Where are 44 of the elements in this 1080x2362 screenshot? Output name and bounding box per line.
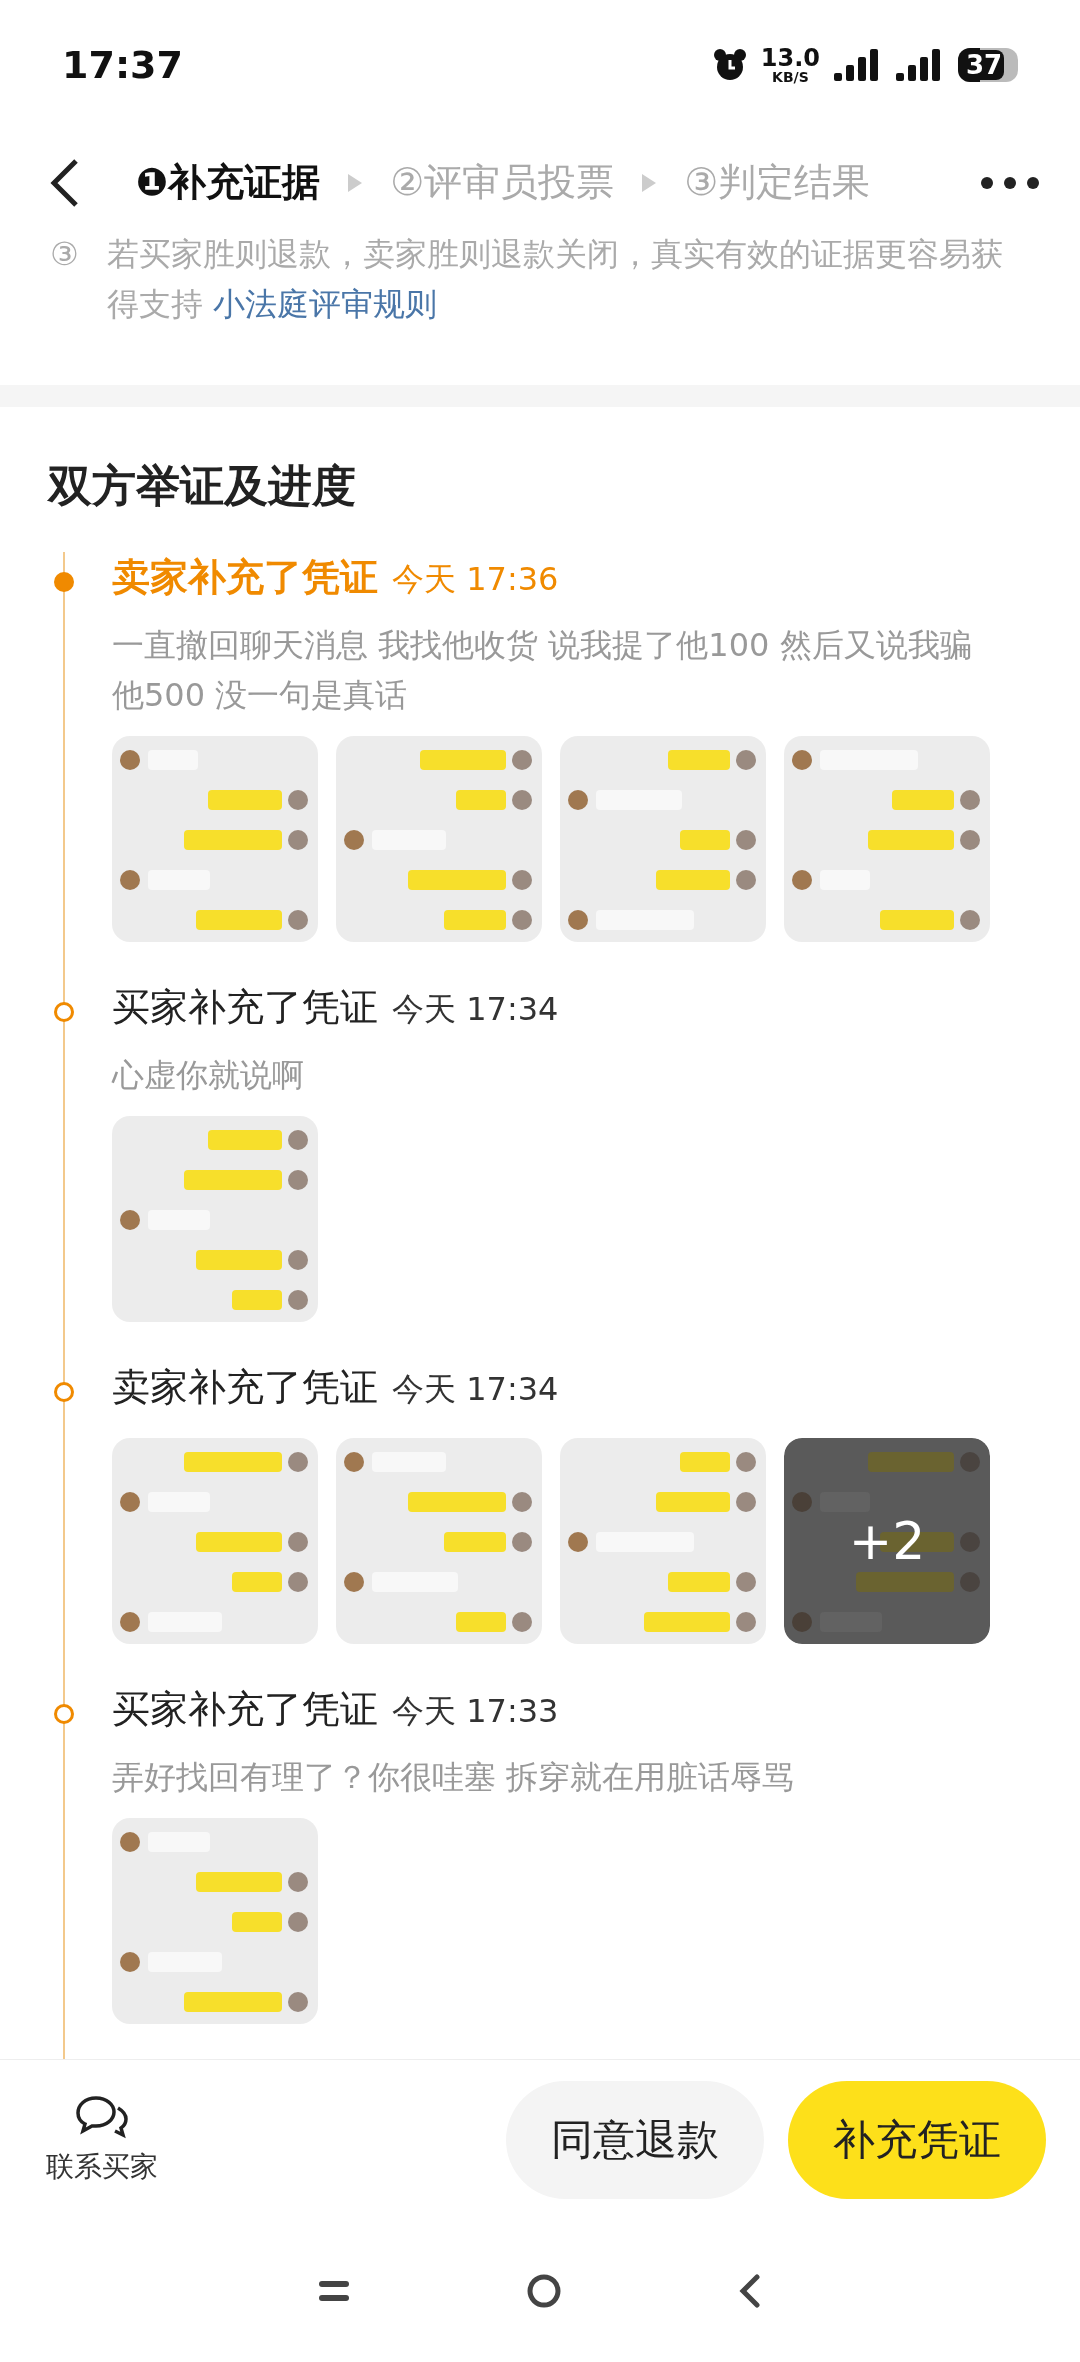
chat-bubbles-icon[interactable] xyxy=(74,2094,130,2140)
event-title: 买家补充了凭证 xyxy=(112,984,378,1031)
more-images-count: +2 xyxy=(848,1515,926,1567)
step-arrow-icon xyxy=(348,173,363,192)
event-time: 今天 17:34 xyxy=(392,989,559,1030)
progress-step: ③判定结果 xyxy=(684,157,871,208)
event-title: 卖家补充了凭证 xyxy=(112,554,378,601)
home-icon[interactable] xyxy=(527,2274,561,2308)
status-time: 17:37 xyxy=(62,43,183,87)
chat-screenshot-thumbnail[interactable] xyxy=(784,736,990,942)
chat-screenshot-thumbnail[interactable] xyxy=(112,736,318,942)
event-title: 买家补充了凭证 xyxy=(112,1686,378,1733)
step-arrow-icon xyxy=(642,173,657,192)
chat-screenshot-thumbnail[interactable] xyxy=(112,1116,318,1322)
add-evidence-button[interactable]: 补充凭证 xyxy=(788,2081,1046,2199)
event-description: 弄好找回有理了？你很哇塞 拆穿就在用脏话辱骂 xyxy=(112,1757,796,1798)
back-icon[interactable] xyxy=(50,156,80,209)
event-description: 心虚你就说啊 xyxy=(112,1055,305,1096)
more-icon[interactable] xyxy=(980,175,1040,190)
contact-label[interactable]: 联系买家 xyxy=(46,2148,158,2186)
event-title: 卖家补充了凭证 xyxy=(112,1364,378,1411)
chat-screenshot-thumbnail[interactable] xyxy=(560,1438,766,1644)
back-nav-icon[interactable] xyxy=(739,2273,761,2309)
event-time: 今天 17:33 xyxy=(392,1691,559,1732)
alarm-icon xyxy=(712,48,747,82)
chat-screenshot-thumbnail[interactable] xyxy=(560,736,766,942)
rules-link[interactable]: 小法庭评审规则 xyxy=(212,285,437,323)
section-title: 双方举证及进度 xyxy=(48,459,357,513)
progress-step: ❶补充证据 xyxy=(136,157,321,208)
chat-screenshot-thumbnail[interactable] xyxy=(112,1438,318,1644)
chat-screenshot-thumbnail[interactable] xyxy=(784,1438,990,1644)
chat-screenshot-thumbnail[interactable] xyxy=(112,1818,318,2024)
network-speed: 13.0 KB/S xyxy=(760,46,820,84)
battery-indicator: 37 xyxy=(958,48,1018,82)
menu-icon[interactable] xyxy=(319,2279,349,2303)
event-description: 一直撤回聊天消息 我找他收货 说我提了他100 然后又说我骗他500 没一句是真话 xyxy=(112,625,973,716)
progress-step: ②评审员投票 xyxy=(390,157,615,208)
event-time: 今天 17:36 xyxy=(392,559,559,600)
agree-refund-button[interactable]: 同意退款 xyxy=(506,2081,764,2199)
notice-number: ③ xyxy=(50,234,79,275)
event-time: 今天 17:34 xyxy=(392,1369,559,1410)
chat-screenshot-thumbnail[interactable] xyxy=(336,736,542,942)
notice-text: 若买家胜则退款，卖家胜则退款关闭，真实有效的证据更容易获得支持 小法庭评审规则 xyxy=(106,234,1004,325)
chat-screenshot-thumbnail[interactable] xyxy=(336,1438,542,1644)
